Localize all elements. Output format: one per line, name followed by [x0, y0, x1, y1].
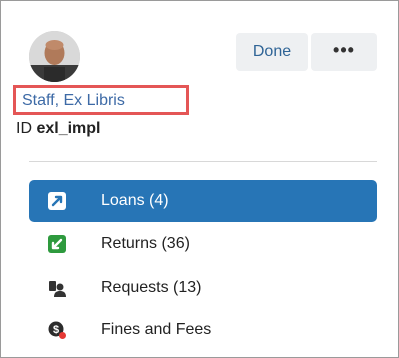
- svg-text:$: $: [53, 324, 59, 336]
- menu-item-label: Requests (13): [101, 279, 202, 296]
- more-options-button[interactable]: •••: [311, 33, 377, 71]
- user-id-prefix: ID: [16, 120, 32, 137]
- avatar: [29, 31, 80, 82]
- done-button[interactable]: Done: [236, 33, 308, 71]
- returns-icon: [47, 234, 67, 254]
- menu-item-loans[interactable]: Loans (4): [29, 180, 377, 222]
- user-id-value: exl_impl: [36, 120, 101, 137]
- divider: [29, 161, 377, 162]
- requests-icon: [47, 278, 67, 298]
- menu-item-returns[interactable]: Returns (36): [29, 223, 377, 265]
- menu-item-requests[interactable]: Requests (13): [29, 267, 377, 309]
- menu-item-fines[interactable]: $ Fines and Fees: [29, 309, 377, 351]
- menu-item-label: Returns (36): [101, 235, 190, 252]
- menu-item-label: Fines and Fees: [101, 321, 212, 338]
- patron-panel: Done ••• Staff, Ex Libris ID exl_impl Lo…: [0, 0, 399, 358]
- menu-item-label: Loans (4): [101, 192, 169, 209]
- user-name-link[interactable]: Staff, Ex Libris: [22, 92, 125, 110]
- user-id: ID exl_impl: [16, 120, 100, 138]
- user-avatar-icon: [29, 31, 80, 82]
- loans-icon: [47, 191, 67, 211]
- fines-icon: $: [47, 320, 67, 340]
